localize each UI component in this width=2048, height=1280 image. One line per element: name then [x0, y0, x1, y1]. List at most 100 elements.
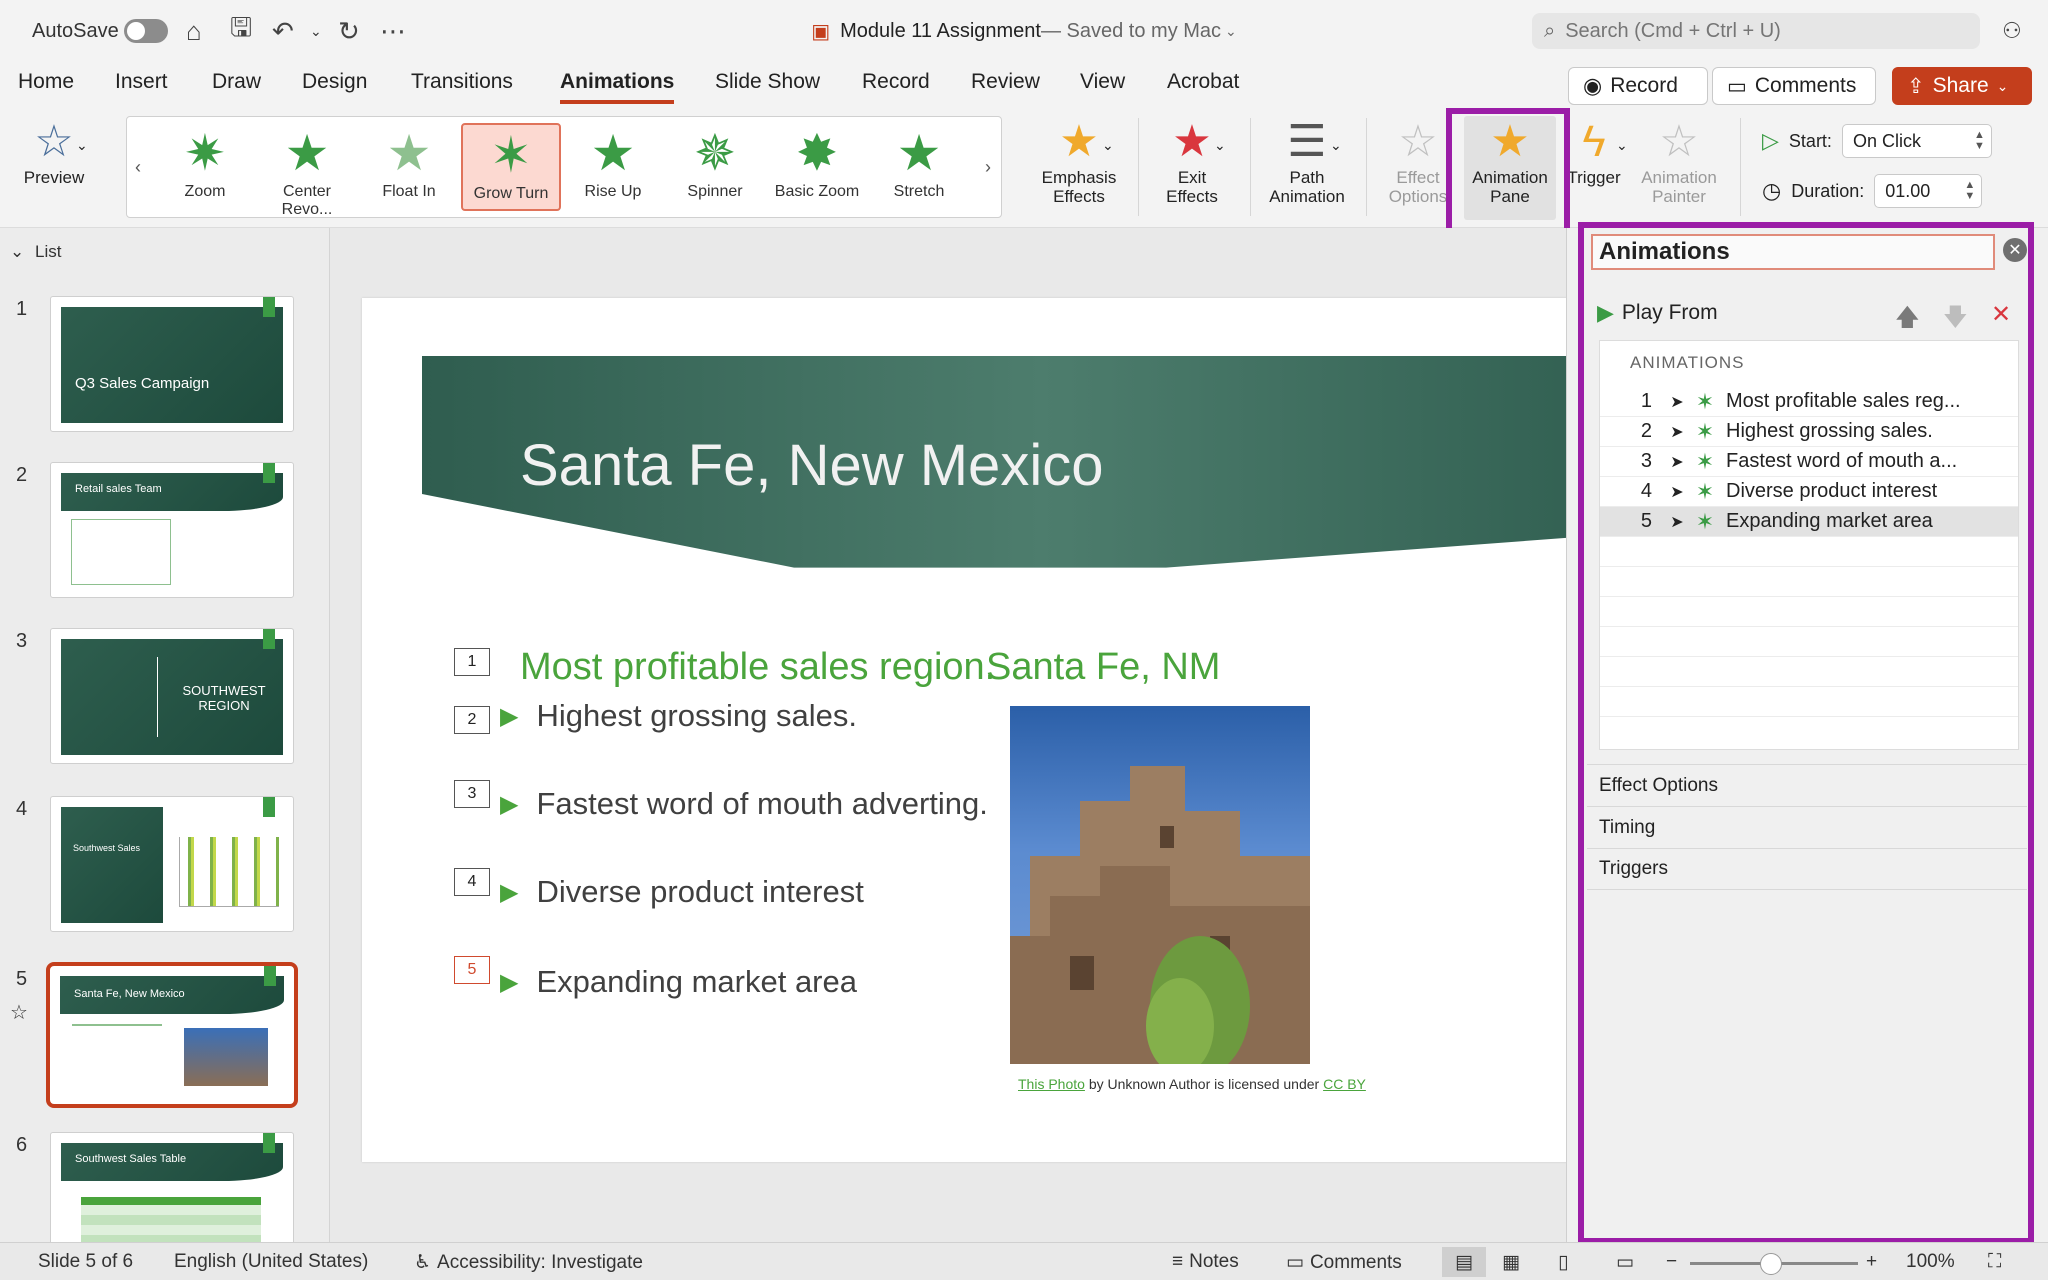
effect-basic-zoom[interactable]: ✸ Basic Zoom — [767, 123, 867, 211]
left-heading[interactable]: Most profitable sales region. — [520, 646, 995, 689]
path-dropdown-icon[interactable]: ⌄ — [1330, 136, 1342, 155]
notes-button[interactable]: ≡ Notes — [1172, 1251, 1239, 1273]
effect-stretch[interactable]: ★ Stretch — [869, 123, 969, 211]
animation-tag-4[interactable]: 4 — [454, 868, 490, 896]
tab-slide-show[interactable]: Slide Show — [715, 70, 820, 94]
search-box[interactable]: ⌕ — [1532, 13, 1980, 49]
animation-tag-2[interactable]: 2 — [454, 706, 490, 734]
caption-text: by Unknown Author is licensed under — [1084, 1076, 1324, 1092]
slide-thumbnail-1[interactable]: Q3 Sales Campaign — [50, 296, 294, 432]
undo-dropdown-icon[interactable]: ⌄ — [310, 0, 322, 62]
effect-zoom[interactable]: ✷ Zoom — [155, 123, 255, 211]
comments-button[interactable]: ▭ Comments — [1712, 67, 1876, 105]
thumb-background — [61, 307, 283, 423]
autosave-toggle[interactable] — [124, 0, 168, 62]
tab-transitions[interactable]: Transitions — [411, 70, 513, 94]
trigger-dropdown-icon[interactable]: ⌄ — [1616, 136, 1628, 155]
effect-label: Basic Zoom — [774, 183, 860, 200]
caption-photo-link[interactable]: This Photo — [1018, 1076, 1085, 1092]
accessibility-button[interactable]: ♿ Accessibility: Investigate — [414, 1251, 643, 1274]
home-icon[interactable]: ⌂ — [186, 0, 202, 62]
fit-to-window-icon[interactable]: ⛶ — [1988, 1251, 2001, 1273]
start-select[interactable]: On Click ▲ ▼ — [1841, 124, 1992, 158]
animation-tag-5[interactable]: 5 — [454, 956, 490, 984]
slide-thumbnails-panel: ⌄ List 1 Q3 Sales Campaign 2 Retail sale… — [0, 228, 330, 1242]
zoom-out-icon[interactable]: − — [1666, 1251, 1677, 1273]
bullet-1[interactable]: ▶ Highest grossing sales. — [500, 698, 857, 734]
slide-thumbnail-3[interactable]: SOUTHWEST REGION — [50, 628, 294, 764]
list-header[interactable]: ⌄ List — [10, 242, 61, 262]
slide-thumbnail-4[interactable]: Southwest Sales — [50, 796, 294, 932]
path-animation-button[interactable]: ☰ Path Animation — [1262, 116, 1352, 206]
animation-painter-icon: ☆ — [1659, 117, 1699, 166]
zoom-in-icon[interactable]: + — [1866, 1251, 1877, 1273]
language-indicator[interactable]: English (United States) — [174, 1251, 368, 1273]
title-chevron-icon[interactable]: ⌄ — [1225, 23, 1237, 40]
thumb-bar-chart — [179, 837, 279, 907]
more-icon[interactable]: ⋯ — [380, 0, 406, 62]
effect-rise-up[interactable]: ★ Rise Up — [563, 123, 663, 211]
search-icon: ⌕ — [1544, 19, 1556, 42]
emphasis-effects-button[interactable]: ★ Emphasis Effects — [1034, 116, 1124, 206]
gallery-left-icon[interactable]: ‹ — [135, 157, 141, 178]
exit-effects-button[interactable]: ★ Exit Effects — [1150, 116, 1234, 206]
thumb-title: Southwest Sales Table — [75, 1153, 187, 1165]
bullet-3[interactable]: ▶ Diverse product interest — [500, 874, 864, 910]
slide-title[interactable]: Santa Fe, New Mexico — [520, 432, 1103, 499]
slide-thumbnail-6[interactable]: Southwest Sales Table — [50, 1132, 294, 1242]
effect-spinner[interactable]: ✵ Spinner — [665, 123, 765, 211]
tab-home[interactable]: Home — [18, 70, 74, 94]
thumb-tag — [263, 797, 275, 817]
animation-tag-1[interactable]: 1 — [454, 648, 490, 676]
slide-number: 5 — [16, 968, 28, 990]
gallery-right-icon[interactable]: › — [985, 157, 991, 178]
save-icon[interactable]: 🖫 — [230, 0, 252, 62]
share-icon: ⇪ — [1907, 74, 1925, 98]
tab-review[interactable]: Review — [971, 70, 1040, 94]
effect-center-revolve[interactable]: ★ Center Revo... — [257, 123, 357, 218]
right-heading[interactable]: Santa Fe, NM — [986, 646, 1220, 689]
start-value: On Click — [1852, 130, 1921, 151]
tab-animations[interactable]: Animations — [560, 70, 675, 104]
slide-show-icon[interactable]: ▭ — [1616, 1251, 1634, 1274]
tab-insert[interactable]: Insert — [115, 70, 168, 94]
animation-tag-3[interactable]: 3 — [454, 780, 490, 808]
photo-caption: This Photo by Unknown Author is licensed… — [1018, 1076, 1366, 1092]
effect-grow-turn[interactable]: ✶ Grow Turn — [461, 123, 561, 211]
slide-thumbnail-2[interactable]: Retail sales Team — [50, 462, 294, 598]
slide[interactable]: Santa Fe, New Mexico 1 Most profitable s… — [362, 298, 1566, 1162]
tab-draw[interactable]: Draw — [212, 70, 261, 94]
reading-view-icon[interactable]: ▯ — [1558, 1251, 1568, 1274]
bullet-arrow-icon: ▶ — [500, 702, 519, 730]
status-comments-button[interactable]: ▭ Comments — [1286, 1251, 1402, 1274]
tab-record[interactable]: Record — [862, 70, 930, 94]
undo-icon[interactable]: ↶ — [272, 0, 294, 62]
effect-label: Rise Up — [584, 183, 642, 200]
zoom-level[interactable]: 100% — [1906, 1251, 1955, 1273]
account-icon[interactable]: ⚇ — [2002, 0, 2022, 62]
duration-input[interactable]: 01.00 ▲ ▼ — [1874, 174, 1983, 208]
normal-view-icon[interactable]: ▤ — [1442, 1247, 1486, 1277]
share-button[interactable]: ⇪ Share ⌄ — [1892, 67, 2032, 105]
bullet-4[interactable]: ▶ Expanding market area — [500, 964, 857, 1000]
thumb-title: Santa Fe, New Mexico — [74, 988, 185, 1000]
bullet-2[interactable]: ▶ Fastest word of mouth adverting. — [500, 786, 988, 822]
tab-acrobat[interactable]: Acrobat — [1167, 70, 1239, 94]
animation-painter-button[interactable]: ☆ Animation Painter — [1636, 116, 1722, 206]
basic-zoom-star-icon: ✸ — [796, 125, 838, 181]
slide-thumbnail-5[interactable]: Santa Fe, New Mexico — [46, 962, 298, 1108]
preview-dropdown-icon[interactable]: ⌄ — [76, 136, 88, 155]
caption-license-link[interactable]: CC BY — [1323, 1076, 1366, 1092]
effect-float-in[interactable]: ★ Float In — [359, 123, 459, 211]
zoom-slider-handle[interactable] — [1760, 1253, 1782, 1275]
slide-sorter-icon[interactable]: ▦ — [1502, 1251, 1520, 1274]
search-input[interactable] — [1565, 19, 1946, 43]
exit-dropdown-icon[interactable]: ⌄ — [1214, 136, 1226, 155]
record-button[interactable]: ◉ Record — [1568, 67, 1708, 105]
santa-fe-photo[interactable] — [1010, 706, 1310, 1064]
thumb-tag — [263, 297, 275, 317]
tab-design[interactable]: Design — [302, 70, 367, 94]
emphasis-dropdown-icon[interactable]: ⌄ — [1102, 136, 1114, 155]
tab-view[interactable]: View — [1080, 70, 1125, 94]
redo-icon[interactable]: ↻ — [338, 0, 360, 62]
